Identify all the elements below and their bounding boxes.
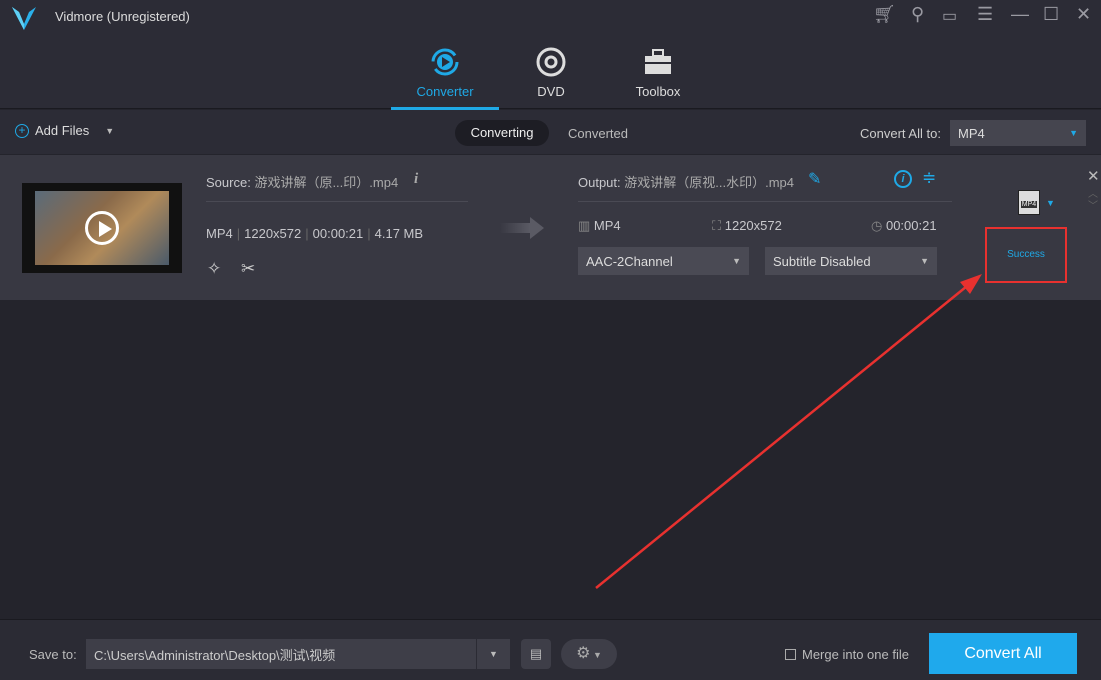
tab-label: DVD <box>537 84 565 99</box>
chevron-down-icon: ▼ <box>1069 128 1078 138</box>
save-to-label: Save to: <box>29 647 77 662</box>
info-icon[interactable]: i <box>414 171 418 188</box>
vidmore-logo-icon <box>12 7 36 30</box>
tab-dvd[interactable]: DVD <box>501 44 601 99</box>
source-name: Source: 游戏讲解（原...印）.mp4 <box>206 175 399 190</box>
chevron-down-icon[interactable]: ▼ <box>1046 198 1055 208</box>
remove-file-icon[interactable]: ✕ <box>1087 167 1100 185</box>
merge-label: Merge into one file <box>802 647 909 662</box>
tab-toolbox[interactable]: Toolbox <box>608 44 708 99</box>
save-path-value: C:\Users\Administrator\Desktop\测试\视频 <box>94 647 336 663</box>
app-title: Vidmore (Unregistered) <box>55 9 190 24</box>
open-folder-button[interactable]: ▤ <box>521 639 551 669</box>
footer: Save to: C:\Users\Administrator\Desktop\… <box>0 619 1101 680</box>
chevron-down-icon: ▼ <box>476 639 510 669</box>
title-bar: Vidmore (Unregistered) 🛒︎ ⚲ ▭ ☰ — ☐ ✕ Co… <box>0 0 1101 110</box>
tab-label: Toolbox <box>635 84 681 99</box>
cut-icon[interactable]: ✂ <box>241 259 255 279</box>
toolbar: + Add Files ▼ Converting Converted Conve… <box>0 110 1101 154</box>
checkbox-icon[interactable] <box>785 649 796 660</box>
convert-all-to-label: Convert All to: <box>860 126 941 141</box>
format-badge-icon[interactable]: MP4 <box>1018 190 1040 215</box>
play-icon[interactable] <box>85 211 119 245</box>
format-value: MP4 <box>958 125 985 141</box>
key-icon[interactable]: ⚲ <box>911 4 924 25</box>
tab-converter[interactable]: Converter <box>391 44 499 110</box>
plus-icon: + <box>15 123 29 138</box>
source-meta: MP4 | 1220x572 | 00:00:21 | 4.17 MB <box>206 226 424 241</box>
close-window-icon[interactable]: ✕ <box>1076 4 1091 25</box>
arrow-right-icon <box>500 217 546 239</box>
add-files-label: Add Files <box>35 123 90 138</box>
status-badge: Success <box>985 227 1067 283</box>
folder-icon: ▤ <box>529 646 543 661</box>
audio-value: AAC-2Channel <box>586 253 673 269</box>
add-files-button[interactable]: + Add Files ▼ <box>15 123 114 138</box>
convert-all-format-select[interactable]: MP4 ▼ <box>950 120 1086 146</box>
chevron-down-icon[interactable]: ▼ <box>105 126 114 136</box>
toolbox-icon <box>645 49 671 74</box>
convert-all-button[interactable]: Convert All <box>929 633 1077 674</box>
dvd-icon <box>536 47 566 77</box>
tab-label: Converter <box>416 84 474 99</box>
video-thumbnail[interactable] <box>22 183 182 273</box>
tab-converted[interactable]: Converted <box>568 126 628 141</box>
file-row: Source: 游戏讲解（原...印）.mp4 i MP4 | 1220x572 | 0… <box>0 155 1101 300</box>
subtitle-value: Subtitle Disabled <box>773 253 871 269</box>
cart-icon[interactable]: 🛒︎ <box>873 4 896 25</box>
menu-icon[interactable]: ☰ <box>977 4 993 25</box>
edit-icon[interactable]: ✎ <box>808 169 821 189</box>
minimize-icon[interactable]: — <box>1011 4 1029 25</box>
chevron-down-icon: ▼ <box>732 256 741 266</box>
maximize-icon[interactable]: ☐ <box>1043 4 1059 25</box>
divider <box>206 201 468 202</box>
output-info-icon[interactable]: i <box>894 170 912 188</box>
output-resolution: ⛶ 1220x572 <box>712 218 782 233</box>
save-path-select[interactable]: C:\Users\Administrator\Desktop\测试\视频 ▼ <box>86 639 510 669</box>
settings-button[interactable]: ⚙ ▼ <box>561 639 617 669</box>
converter-icon <box>431 48 459 76</box>
audio-track-select[interactable]: AAC-2Channel ▼ <box>578 247 749 275</box>
merge-checkbox[interactable]: Merge into one file <box>785 647 909 662</box>
enhance-icon[interactable]: ✧ <box>207 259 221 279</box>
chevron-down-icon: ▼ <box>920 256 929 266</box>
output-name: Output: 游戏讲解（原视...水印）.mp4 <box>578 175 795 190</box>
move-down-icon[interactable]: ﹀ <box>1088 197 1098 212</box>
gear-icon: ⚙ <box>576 645 591 662</box>
output-duration: ◷ 00:00:21 <box>871 218 937 233</box>
divider <box>578 201 952 202</box>
subtitle-select[interactable]: Subtitle Disabled ▼ <box>765 247 937 275</box>
compress-icon[interactable]: ≑ <box>922 168 936 188</box>
output-format: ▥ MP4 <box>578 218 621 233</box>
feedback-icon[interactable]: ▭ <box>942 6 957 26</box>
tab-converting[interactable]: Converting <box>455 120 549 146</box>
